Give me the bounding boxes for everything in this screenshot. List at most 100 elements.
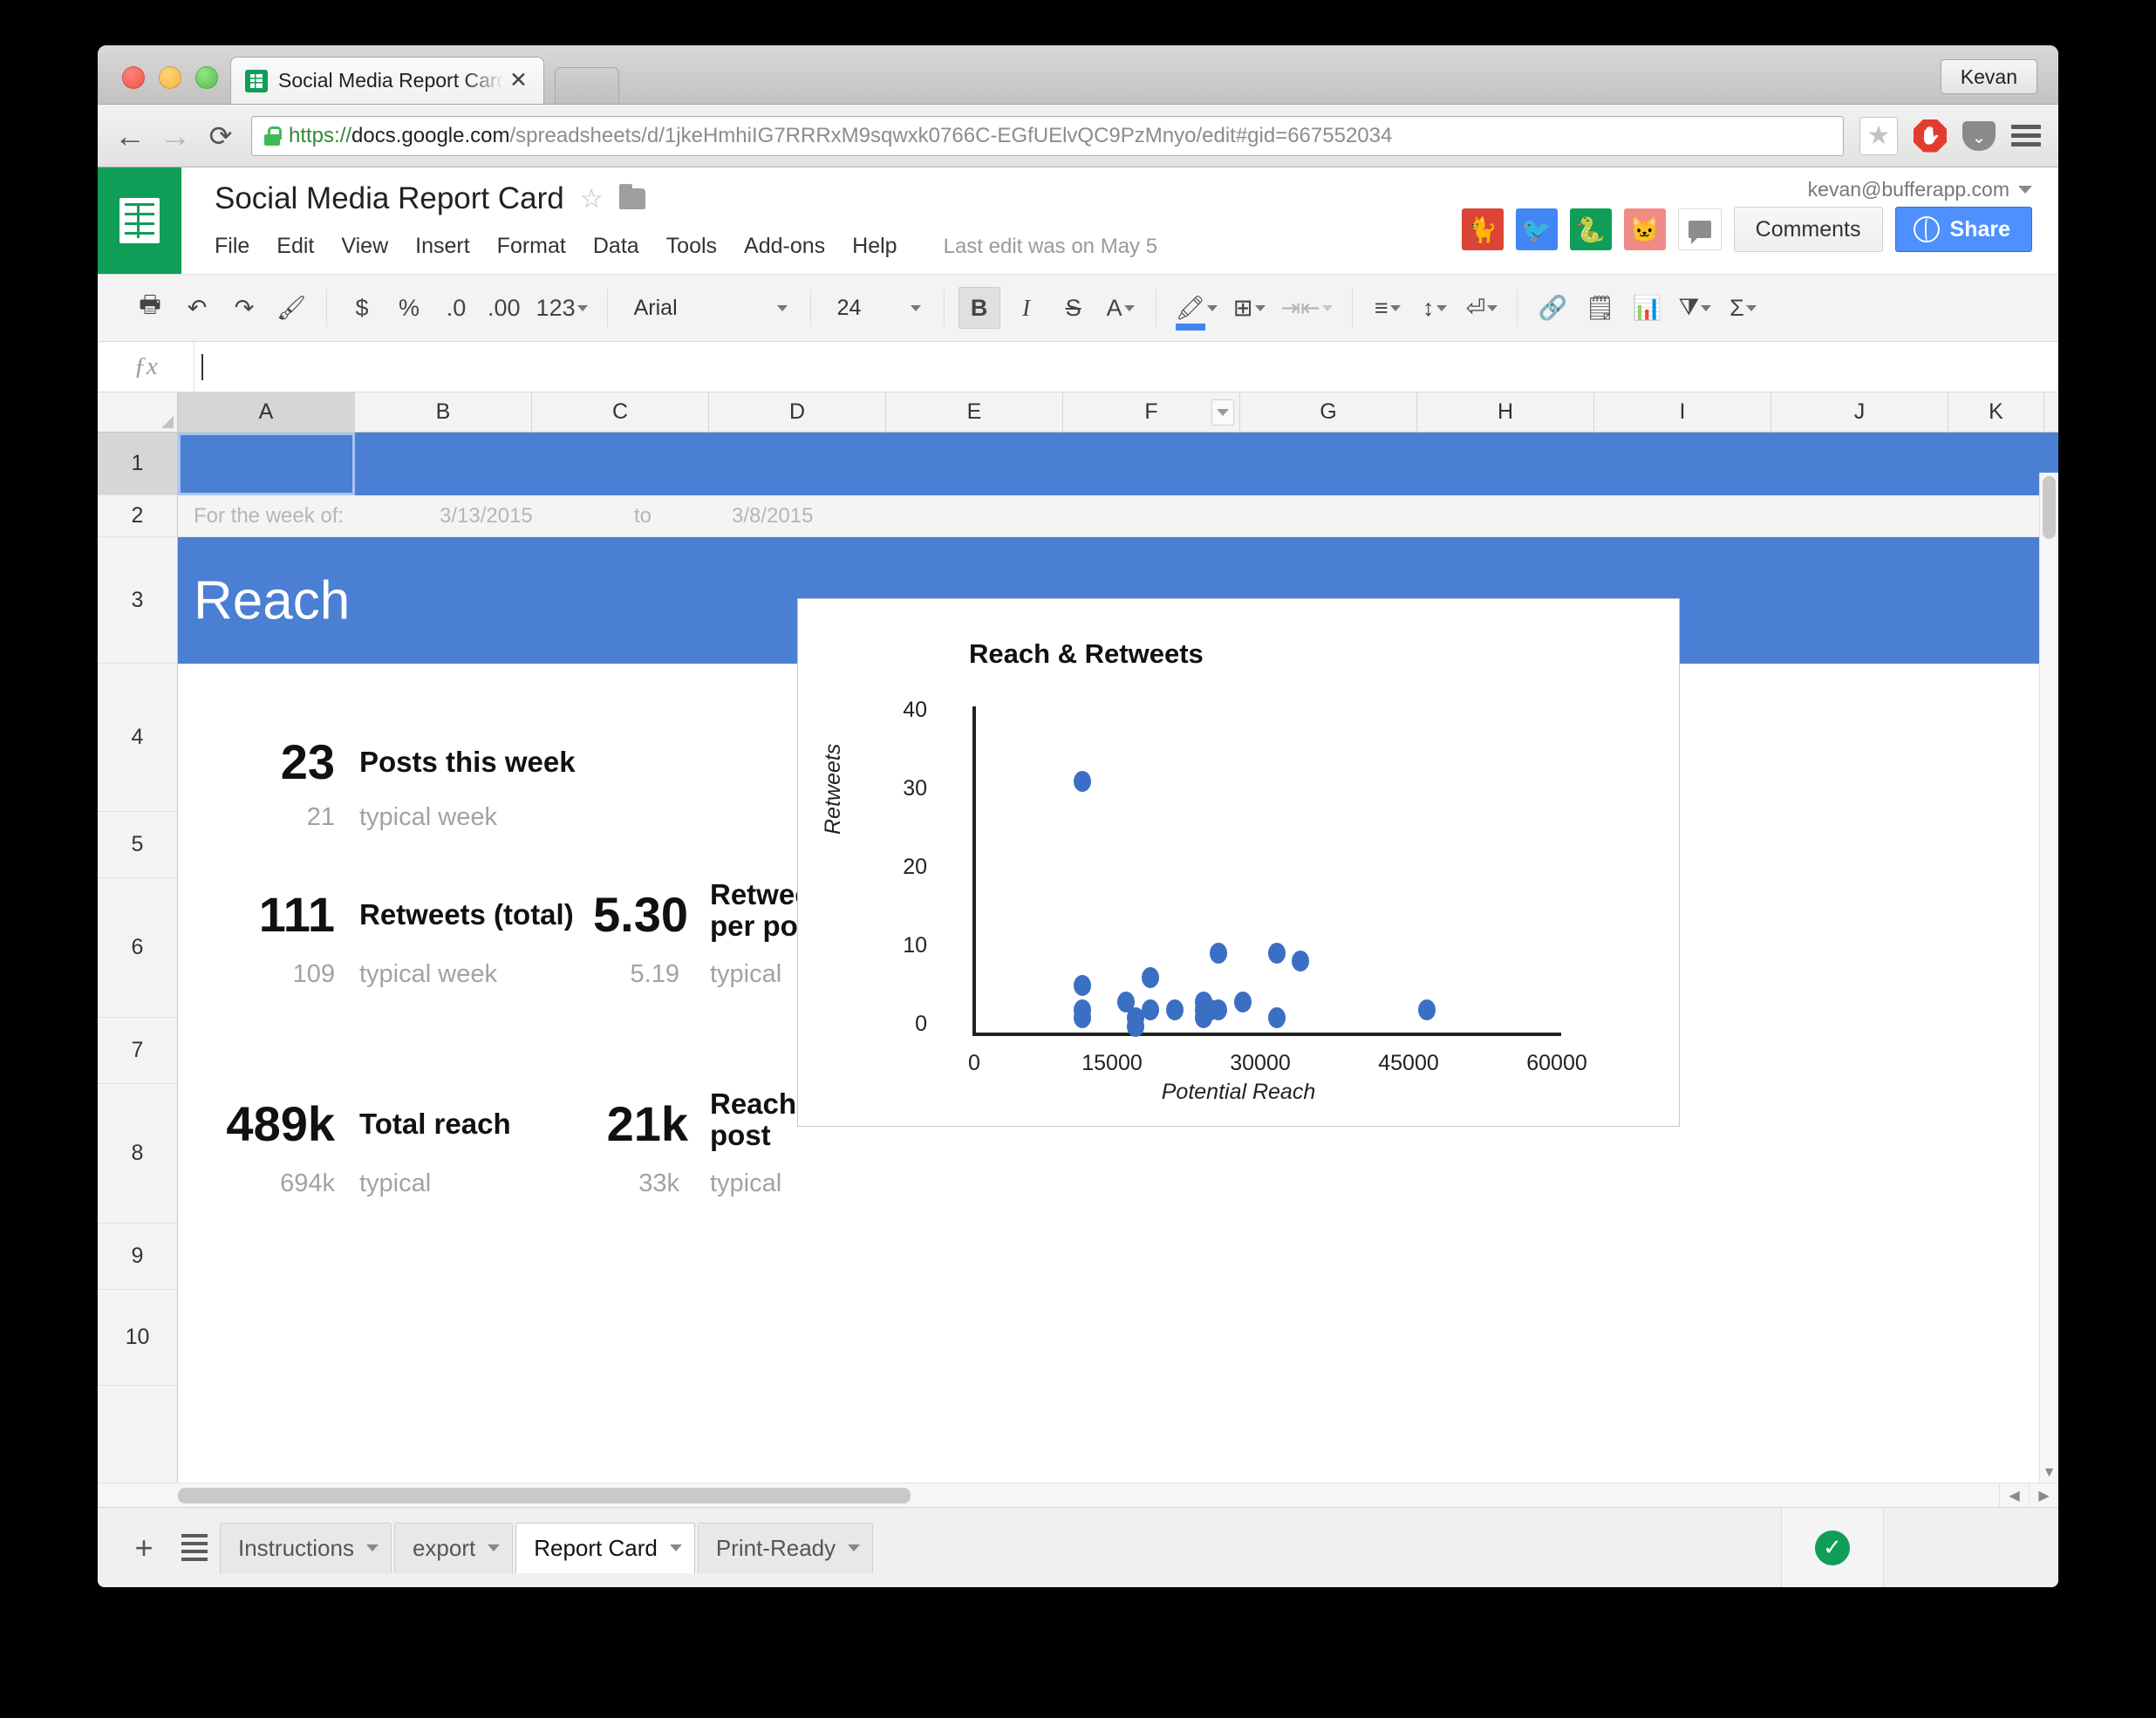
column-header-j[interactable]: J (1771, 392, 1948, 432)
new-tab-button[interactable] (555, 67, 619, 104)
menu-addons[interactable]: Add-ons (744, 234, 825, 259)
menu-view[interactable]: View (341, 234, 388, 259)
font-family-select[interactable]: Arial (622, 287, 796, 329)
move-to-folder-icon[interactable] (618, 184, 645, 209)
vertical-align-button[interactable]: ↕ (1414, 287, 1456, 329)
column-header-b[interactable]: B (355, 392, 532, 432)
collaborator-avatar[interactable]: 🐦 (1515, 208, 1558, 250)
close-window-button[interactable] (122, 66, 145, 89)
browser-menu-icon[interactable] (2011, 120, 2041, 151)
row-header-9[interactable]: 9 (98, 1224, 177, 1290)
row-header-5[interactable]: 5 (98, 812, 177, 878)
row-header-10[interactable]: 10 (98, 1290, 177, 1386)
selected-cell-a1[interactable] (178, 433, 355, 495)
add-sheet-button[interactable]: + (119, 1523, 169, 1573)
row-header-4[interactable]: 4 (98, 664, 177, 812)
scroll-down-icon[interactable]: ▼ (2040, 1463, 2058, 1483)
bold-button[interactable]: B (958, 287, 1000, 329)
fill-color-button[interactable]: 🖍 (1170, 287, 1223, 331)
insert-comment-icon[interactable]: 🗒 (1579, 287, 1620, 329)
account-email-row[interactable]: kevan@bufferapp.com (1462, 178, 2032, 201)
italic-button[interactable]: I (1006, 287, 1047, 329)
cell-row-2[interactable]: For the week of: 3/13/2015 to 3/8/2015 (178, 495, 2058, 537)
sheets-logo-icon[interactable] (98, 167, 181, 274)
sheet-tab-instructions[interactable]: Instructions (220, 1522, 392, 1573)
column-header-k[interactable]: K (1948, 392, 2044, 432)
row-header-8[interactable]: 8 (98, 1084, 177, 1224)
close-tab-icon[interactable]: ✕ (504, 68, 533, 93)
chevron-down-icon[interactable] (488, 1544, 501, 1551)
bookmark-star-icon[interactable]: ★ (1859, 116, 1898, 155)
star-document-icon[interactable]: ☆ (580, 184, 604, 215)
menu-tools[interactable]: Tools (666, 234, 717, 259)
chevron-down-icon[interactable] (365, 1544, 379, 1551)
column-header-e[interactable]: E (886, 392, 1063, 432)
select-all-corner[interactable] (98, 392, 178, 432)
row-header-6[interactable]: 6 (98, 878, 177, 1018)
scroll-left-icon[interactable]: ◀ (1999, 1483, 2029, 1507)
share-button[interactable]: Share (1894, 207, 2032, 252)
column-header-c[interactable]: C (532, 392, 709, 432)
menu-insert[interactable]: Insert (415, 234, 470, 259)
last-edit-status[interactable]: Last edit was on May 5 (944, 235, 1157, 259)
vertical-scroll-thumb[interactable] (2043, 476, 2056, 539)
maximize-window-button[interactable] (195, 66, 218, 89)
undo-icon[interactable]: ↶ (176, 287, 218, 329)
chevron-down-icon[interactable] (669, 1544, 682, 1551)
text-wrap-button[interactable]: ⏎ (1461, 287, 1504, 329)
strikethrough-button[interactable]: S (1053, 287, 1095, 329)
insert-link-icon[interactable]: 🔗 (1532, 287, 1573, 329)
collaborator-avatar[interactable]: 🐱 (1623, 208, 1666, 250)
column-header-f[interactable]: F (1063, 392, 1240, 432)
menu-file[interactable]: File (215, 234, 249, 259)
minimize-window-button[interactable] (159, 66, 181, 89)
row-header-2[interactable]: 2 (98, 495, 177, 537)
increase-decimal-icon[interactable]: .00 (482, 287, 526, 329)
filter-button[interactable]: ⧩ (1673, 287, 1716, 329)
collaborator-avatar[interactable]: 🐈 (1461, 208, 1504, 250)
insert-chart-icon[interactable]: 📊 (1626, 287, 1668, 329)
decrease-decimal-icon[interactable]: .0 (435, 287, 477, 329)
menu-edit[interactable]: Edit (276, 234, 314, 259)
collaborator-avatar[interactable]: 🐍 (1569, 208, 1612, 250)
print-icon[interactable]: 🖶 (129, 287, 171, 329)
function-icon[interactable]: ƒx (98, 352, 194, 381)
currency-format-icon[interactable]: $ (341, 287, 383, 329)
percent-format-icon[interactable]: % (388, 287, 430, 329)
horizontal-scrollbar[interactable]: ◀ ▶ (98, 1483, 2058, 1507)
forward-button[interactable]: → (160, 119, 191, 151)
sheet-tab-export[interactable]: export (393, 1522, 514, 1573)
column-header-i[interactable]: I (1594, 392, 1771, 432)
row-header-3[interactable]: 3 (98, 537, 177, 664)
paint-format-icon[interactable]: 🖌 (270, 287, 312, 329)
horizontal-scroll-thumb[interactable] (178, 1488, 911, 1503)
comment-bubble-icon[interactable] (1677, 208, 1722, 250)
column-header-g[interactable]: G (1240, 392, 1417, 432)
column-filter-dropdown-icon[interactable] (1211, 399, 1234, 426)
cell-row-1[interactable] (178, 433, 2058, 495)
sheet-tab-print-ready[interactable]: Print-Ready (697, 1522, 874, 1573)
browser-tab-active[interactable]: Social Media Report Card - ✕ (230, 57, 544, 104)
sheet-canvas[interactable]: For the week of: 3/13/2015 to 3/8/2015 R… (178, 433, 2058, 1507)
embedded-chart[interactable]: Reach & Retweets Retweets Potential Reac… (797, 598, 1680, 1127)
row-header-7[interactable]: 7 (98, 1018, 177, 1084)
chevron-down-icon[interactable] (848, 1544, 861, 1551)
pocket-extension-icon[interactable]: ⌄ (1962, 120, 1996, 151)
redo-icon[interactable]: ↷ (223, 287, 265, 329)
document-title[interactable]: Social Media Report Card (215, 181, 564, 216)
merge-cells-button[interactable]: ⇥⇤ (1276, 287, 1338, 329)
adblock-extension-icon[interactable] (1914, 119, 1947, 153)
menu-data[interactable]: Data (593, 234, 639, 259)
more-formats-button[interactable]: 123 (531, 287, 593, 329)
menu-format[interactable]: Format (497, 234, 566, 259)
address-bar[interactable]: https://docs.google.com/spreadsheets/d/1… (251, 115, 1844, 156)
reload-button[interactable]: ⟳ (206, 120, 235, 152)
borders-button[interactable]: ⊞ (1228, 287, 1271, 329)
back-button[interactable]: ← (114, 119, 146, 151)
column-header-h[interactable]: H (1417, 392, 1594, 432)
browser-profile-button[interactable]: Kevan (1940, 59, 2037, 94)
column-header-a[interactable]: A (178, 392, 355, 432)
comments-button[interactable]: Comments (1733, 207, 1883, 252)
vertical-scrollbar[interactable]: ▲ ▼ (2039, 473, 2058, 1483)
font-size-select[interactable]: 24 (825, 287, 930, 329)
